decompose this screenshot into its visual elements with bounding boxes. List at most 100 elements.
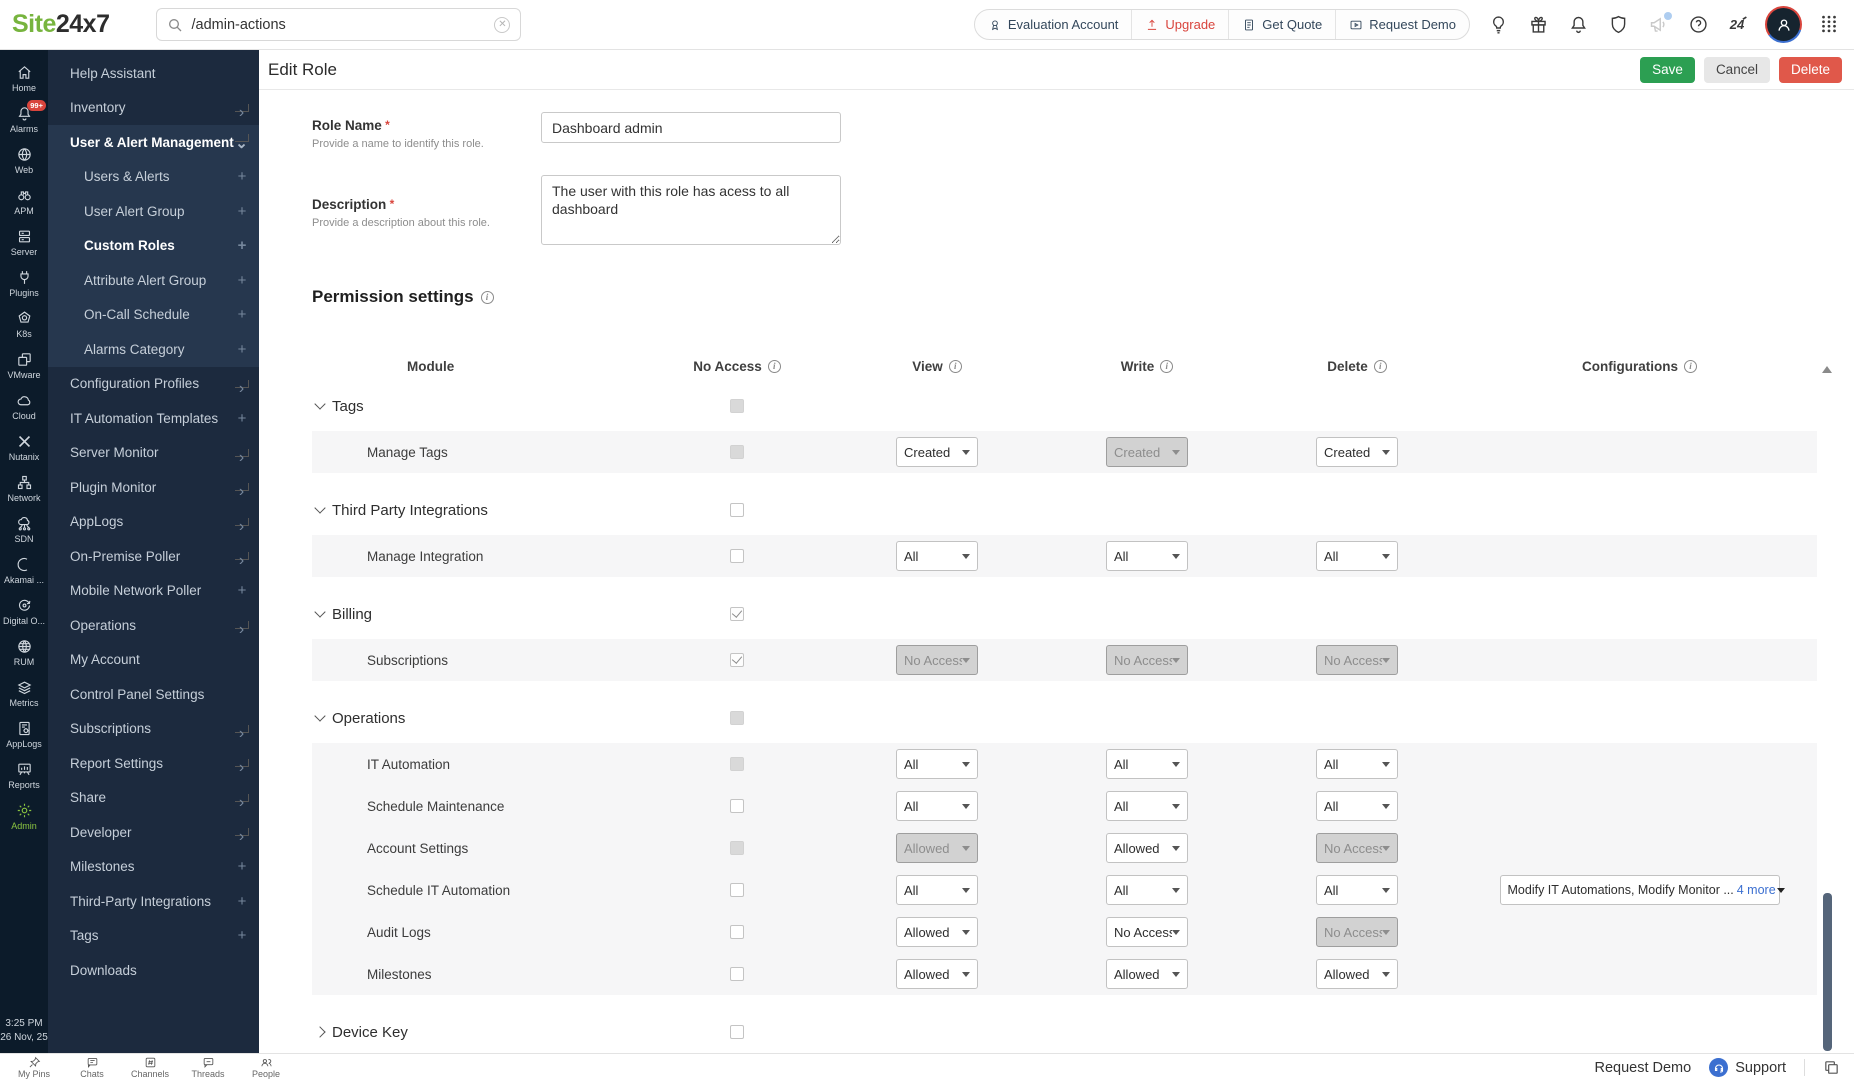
view-info-icon[interactable]: i [949, 360, 962, 373]
delete-button[interactable]: Delete [1779, 57, 1842, 83]
no-access-checkbox[interactable] [730, 503, 744, 517]
plus-icon[interactable]: + [235, 927, 249, 944]
zoho-24-icon[interactable]: 24 [1728, 14, 1749, 35]
rail-item-plugins[interactable]: Plugins [0, 263, 48, 304]
rail-item-cloud[interactable]: Cloud [0, 386, 48, 427]
sidebar-item-developer[interactable]: Developer› [48, 815, 259, 850]
sidebar-item-my-account[interactable]: My Account [48, 643, 259, 678]
sidebar-item-third-party-integrations[interactable]: Third-Party Integrations+ [48, 884, 259, 919]
sidebar-item-alarms-category[interactable]: Alarms Category+ [48, 332, 259, 367]
notifications-icon[interactable] [1568, 14, 1589, 35]
sidebar-item-on-premise-poller[interactable]: On-Premise Poller› [48, 539, 259, 574]
rail-item-admin[interactable]: Admin [0, 796, 48, 837]
sidebar-item-milestones[interactable]: Milestones+ [48, 850, 259, 885]
plus-icon[interactable]: + [235, 203, 249, 220]
view-dropdown[interactable]: All [896, 875, 978, 905]
plus-icon[interactable]: + [235, 893, 249, 910]
search-input[interactable] [191, 17, 486, 33]
chevron-right-icon[interactable]: › [235, 828, 249, 836]
delete-dropdown[interactable]: All [1316, 791, 1398, 821]
no-access-checkbox[interactable] [730, 653, 744, 667]
delete-dropdown[interactable]: Created [1316, 437, 1398, 467]
sidebar-item-inventory[interactable]: Inventory› [48, 91, 259, 126]
sidebar-item-downloads[interactable]: Downloads [48, 953, 259, 988]
rail-item-network[interactable]: Network [0, 468, 48, 509]
rail-item-akamai[interactable]: Akamai ... [0, 550, 48, 591]
whats-new-icon[interactable] [1528, 14, 1549, 35]
rail-item-sdn[interactable]: SDN [0, 509, 48, 550]
chevron-right-icon[interactable]: › [235, 759, 249, 767]
rail-item-vmware[interactable]: VMware [0, 345, 48, 386]
sidebar-item-tags[interactable]: Tags+ [48, 919, 259, 954]
announcements-icon[interactable] [1648, 14, 1669, 35]
plus-icon[interactable]: + [235, 237, 249, 254]
view-dropdown[interactable]: Allowed [896, 917, 978, 947]
chevron-right-icon[interactable]: › [235, 552, 249, 560]
sidebar-item-server-monitor[interactable]: Server Monitor› [48, 436, 259, 471]
badge-icon[interactable] [1608, 14, 1629, 35]
sidebar-item-report-settings[interactable]: Report Settings› [48, 746, 259, 781]
write-dropdown[interactable]: Allowed [1106, 833, 1188, 863]
chevron-down-icon[interactable] [314, 710, 325, 721]
write-dropdown[interactable]: All [1106, 541, 1188, 571]
chevron-right-icon[interactable]: › [235, 483, 249, 491]
chevron-right-icon[interactable]: › [235, 621, 249, 629]
write-dropdown[interactable]: No Access [1106, 917, 1188, 947]
view-dropdown[interactable]: Created [896, 437, 978, 467]
sidebar-item-help-assistant[interactable]: Help Assistant [48, 56, 259, 91]
chevron-right-icon[interactable]: › [235, 794, 249, 802]
rail-item-digitalo[interactable]: Digital O... [0, 591, 48, 632]
footer-item-my-pins[interactable]: My Pins [10, 1056, 58, 1079]
no-access-checkbox[interactable] [730, 925, 744, 939]
rail-item-nutanix[interactable]: Nutanix [0, 427, 48, 468]
plus-icon[interactable]: + [235, 272, 249, 289]
write-info-icon[interactable]: i [1160, 360, 1173, 373]
sidebar-item-subscriptions[interactable]: Subscriptions› [48, 712, 259, 747]
plus-icon[interactable]: + [235, 582, 249, 599]
sidebar-item-share[interactable]: Share› [48, 781, 259, 816]
configurations-select[interactable]: Modify IT Automations, Modify Monitor ..… [1500, 875, 1780, 905]
sidebar-item-applogs[interactable]: AppLogs› [48, 505, 259, 540]
chevron-down-icon[interactable] [314, 398, 325, 409]
chevron-right-icon[interactable]: › [235, 104, 249, 112]
chevron-down-icon[interactable] [314, 502, 325, 513]
write-dropdown[interactable]: All [1106, 749, 1188, 779]
view-dropdown[interactable]: All [896, 541, 978, 571]
footer-item-people[interactable]: People [242, 1056, 290, 1079]
pill-evaluation-account[interactable]: Evaluation Account [975, 10, 1132, 39]
no-access-checkbox[interactable] [730, 607, 744, 621]
rail-item-applogs[interactable]: AppLogs [0, 714, 48, 755]
write-dropdown[interactable]: All [1106, 875, 1188, 905]
rail-item-alarms[interactable]: Alarms99+ [0, 99, 48, 140]
view-dropdown[interactable]: All [896, 749, 978, 779]
sidebar-item-control-panel-settings[interactable]: Control Panel Settings [48, 677, 259, 712]
chevron-right-icon[interactable]: › [235, 449, 249, 457]
table-scroll-up-icon[interactable] [1822, 366, 1832, 373]
chevron-right-icon[interactable]: › [235, 725, 249, 733]
sidebar-item-users-alerts[interactable]: Users & Alerts+ [48, 160, 259, 195]
chevron-right-icon[interactable]: › [235, 518, 249, 526]
table-scrollbar-thumb[interactable] [1823, 893, 1832, 1051]
sidebar-item-mobile-network-poller[interactable]: Mobile Network Poller+ [48, 574, 259, 609]
view-dropdown[interactable]: Allowed [896, 959, 978, 989]
rail-item-home[interactable]: Home [0, 58, 48, 99]
save-button[interactable]: Save [1640, 57, 1695, 83]
delete-dropdown[interactable]: All [1316, 749, 1398, 779]
description-textarea[interactable]: The user with this role has acess to all… [541, 175, 841, 245]
plus-icon[interactable]: + [235, 410, 249, 427]
pill-get-quote[interactable]: Get Quote [1228, 10, 1335, 39]
chevron-right-icon[interactable]: › [235, 380, 249, 388]
no-access-checkbox[interactable] [730, 1025, 744, 1039]
chevron-down-icon[interactable]: ⌄ [235, 134, 249, 142]
delete-dropdown[interactable]: All [1316, 541, 1398, 571]
chevron-right-icon[interactable] [314, 1026, 325, 1037]
rail-item-server[interactable]: Server [0, 222, 48, 263]
no-access-checkbox[interactable] [730, 967, 744, 981]
write-dropdown[interactable]: All [1106, 791, 1188, 821]
sidebar-item-it-automation-templates[interactable]: IT Automation Templates+ [48, 401, 259, 436]
role-name-input[interactable] [541, 112, 841, 143]
configurations-more-link[interactable]: 4 more [1737, 883, 1776, 897]
sidebar-item-on-call-schedule[interactable]: On-Call Schedule+ [48, 298, 259, 333]
write-dropdown[interactable]: Allowed [1106, 959, 1188, 989]
pill-upgrade[interactable]: Upgrade [1131, 10, 1228, 39]
